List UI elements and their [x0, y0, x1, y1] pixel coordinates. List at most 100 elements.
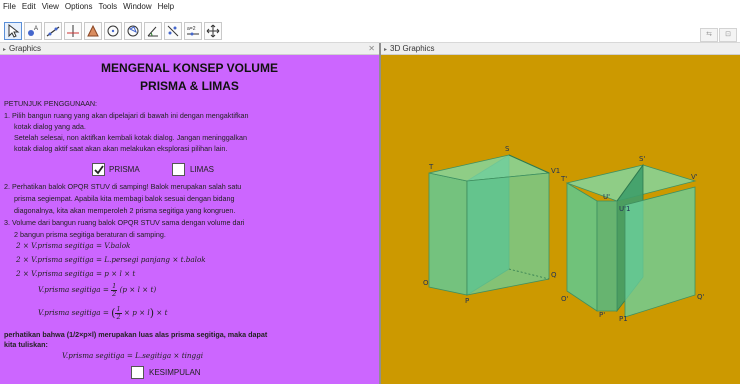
step1-line-a: 1. Pilih bangun ruang yang akan dipelaja… — [4, 111, 249, 120]
step2-line-c: diagonalnya, kita akan memperoleh 2 pris… — [14, 206, 236, 215]
step3-line-a: 3. Volume dari bangun ruang balok OPQR S… — [4, 218, 245, 227]
svg-text:a=2: a=2 — [187, 26, 196, 32]
kesimpulan-checkbox[interactable] — [131, 366, 144, 379]
collapse-triangle-icon[interactable]: ▸ — [3, 47, 6, 53]
vertex-label-s-prime: S' — [639, 155, 645, 163]
line-tool-icon — [46, 26, 60, 37]
point-tool-button[interactable]: A — [24, 22, 42, 40]
step1-line-c: Setelah selesai, non aktifkan kembali ko… — [14, 133, 247, 142]
3d-scene[interactable]: T S V1 O P Q T' S' U' V' U'1 O' P' P1 Q' — [381, 55, 740, 384]
fraction-denominator: 2 — [112, 289, 117, 298]
equation-4-fraction: 12 — [111, 283, 118, 298]
move-view-tool-button[interactable] — [204, 22, 222, 40]
step1-line-d: kotak dialog aktif saat akan akan melaku… — [14, 144, 228, 153]
toolbar: A a=2 ⇆ ⊡ — [0, 14, 740, 43]
reflect-tool-button[interactable] — [164, 22, 182, 40]
equation-4-right: (p × l × t) — [119, 285, 157, 294]
limas-checkbox[interactable] — [172, 163, 185, 176]
move-tool-button[interactable] — [4, 22, 22, 40]
vertex-label-u-prime: U' — [603, 193, 610, 201]
circle-tool-button[interactable] — [104, 22, 122, 40]
right-prism[interactable] — [565, 163, 697, 318]
step2-line-a: 2. Perhatikan balok OPQR STUV di samping… — [4, 182, 242, 191]
vertex-label-t: T — [428, 163, 434, 171]
vertex-label-p1: P1 — [619, 315, 628, 323]
menu-view[interactable]: View — [39, 0, 62, 11]
right-prism-left-face — [566, 182, 598, 312]
step2-line-b: prisma segiempat. Apabila kita membagi b… — [14, 194, 235, 203]
vertex-label-v1: V1 — [551, 167, 560, 175]
perpendicular-tool-button[interactable] — [64, 22, 82, 40]
kesimpulan-label: KESIMPULAN — [149, 368, 201, 377]
menu-edit[interactable]: Edit — [19, 0, 39, 11]
perpendicular-tool-icon — [67, 25, 79, 37]
polygon-tool-icon — [87, 24, 99, 37]
sphere-tool-icon — [127, 25, 139, 37]
line-tool-button[interactable] — [44, 22, 62, 40]
menu-bar: File Edit View Options Tools Window Help — [0, 0, 740, 14]
checkmark-icon — [94, 165, 104, 175]
vertex-label-q: Q — [551, 271, 557, 279]
equation-5: V.prisma segitiga = (1 2 × p × l) × t — [38, 305, 168, 321]
equation-2: 2 × V.prisma segitiga = L.persegi panjan… — [16, 255, 206, 264]
equation-5-fraction: 12 — [115, 306, 122, 321]
circle-tool-icon — [107, 25, 119, 37]
menu-help[interactable]: Help — [155, 0, 177, 11]
settings-control[interactable]: ⊡ — [719, 28, 737, 42]
equation-4-left: V.prisma segitiga = — [38, 285, 109, 294]
slider-tool-icon: a=2 — [187, 26, 199, 36]
vertex-label-p-prime: P' — [599, 311, 605, 319]
undo-redo-control[interactable]: ⇆ — [700, 28, 718, 42]
menu-options[interactable]: Options — [62, 0, 96, 11]
vertex-label-o-prime: O' — [561, 295, 569, 303]
graphics3d-view[interactable]: T S V1 O P Q T' S' U' V' U'1 O' P' P1 Q' — [381, 55, 740, 384]
page-subtitle: PRISMA & LIMAS — [140, 79, 239, 93]
sphere-tool-button[interactable] — [124, 22, 142, 40]
vertex-label-s: S — [505, 145, 510, 153]
vertex-label-q-prime: Q' — [697, 293, 705, 301]
slider-tool-button[interactable]: a=2 — [184, 22, 202, 40]
angle-tool-icon — [147, 26, 158, 37]
vertex-label-u1-prime: U'1 — [619, 205, 631, 213]
menu-window[interactable]: Window — [120, 0, 154, 11]
limas-label: LIMAS — [190, 165, 215, 174]
prisma-label: PRISMA — [109, 165, 140, 174]
equation-4: V.prisma segitiga = 12 (p × l × t) — [38, 283, 156, 297]
menu-file[interactable]: File — [0, 0, 19, 11]
equation-6: V.prisma segitiga = L.segitiga × tinggi — [62, 351, 204, 360]
equation-5-left: V.prisma segitiga = — [38, 308, 109, 317]
page-title: MENGENAL KONSEP VOLUME — [101, 61, 278, 75]
vertex-label-t-prime: T' — [560, 175, 567, 183]
equation-5-right: × t — [156, 308, 168, 317]
move-view-tool-icon — [206, 24, 220, 38]
vertex-label-o: O — [423, 279, 429, 287]
instructions-heading: PETUNJUK PENGGUNAAN: — [4, 99, 98, 108]
equation-3: 2 × V.prisma segitiga = p × l × t — [16, 269, 136, 278]
close-icon[interactable]: ✕ — [368, 43, 375, 54]
reflect-tool-icon — [167, 25, 179, 37]
vertex-label-v-prime: V' — [691, 173, 698, 181]
graphics3d-panel-header: ▸ 3D Graphics — [381, 43, 740, 55]
equation-5-mid: × p × l — [123, 308, 150, 317]
vertex-label-p: P — [465, 297, 469, 305]
collapse-triangle-icon[interactable]: ▸ — [384, 47, 387, 53]
graphics-panel-header: ▸ Graphics ✕ — [0, 43, 379, 55]
note-line-b: kita tuliskan: — [4, 340, 48, 349]
graphics-view[interactable]: MENGENAL KONSEP VOLUME PRISMA & LIMAS PE… — [0, 55, 379, 384]
prisma-checkbox[interactable] — [92, 163, 105, 176]
point-tool-icon: A — [28, 26, 38, 36]
right-prism-front-face — [624, 186, 696, 318]
menu-tools[interactable]: Tools — [95, 0, 120, 11]
left-prism-left-face — [428, 172, 468, 296]
left-prism[interactable] — [428, 154, 551, 296]
step3-line-b: 2 bangun prisma segitiga beraturan di sa… — [14, 230, 166, 239]
svg-text:A: A — [34, 26, 38, 32]
right-prism-gap-face — [596, 200, 618, 312]
polygon-tool-button[interactable] — [84, 22, 102, 40]
angle-tool-button[interactable] — [144, 22, 162, 40]
fraction-denominator: 2 — [116, 312, 121, 321]
equation-1: 2 × V.prisma segitiga = V.balok — [16, 241, 131, 250]
move-tool-icon — [8, 24, 20, 38]
note-line-a: perhatikan bahwa (1/2×p×l) merupakan lua… — [4, 330, 268, 339]
graphics3d-panel-title: 3D Graphics — [390, 44, 435, 53]
